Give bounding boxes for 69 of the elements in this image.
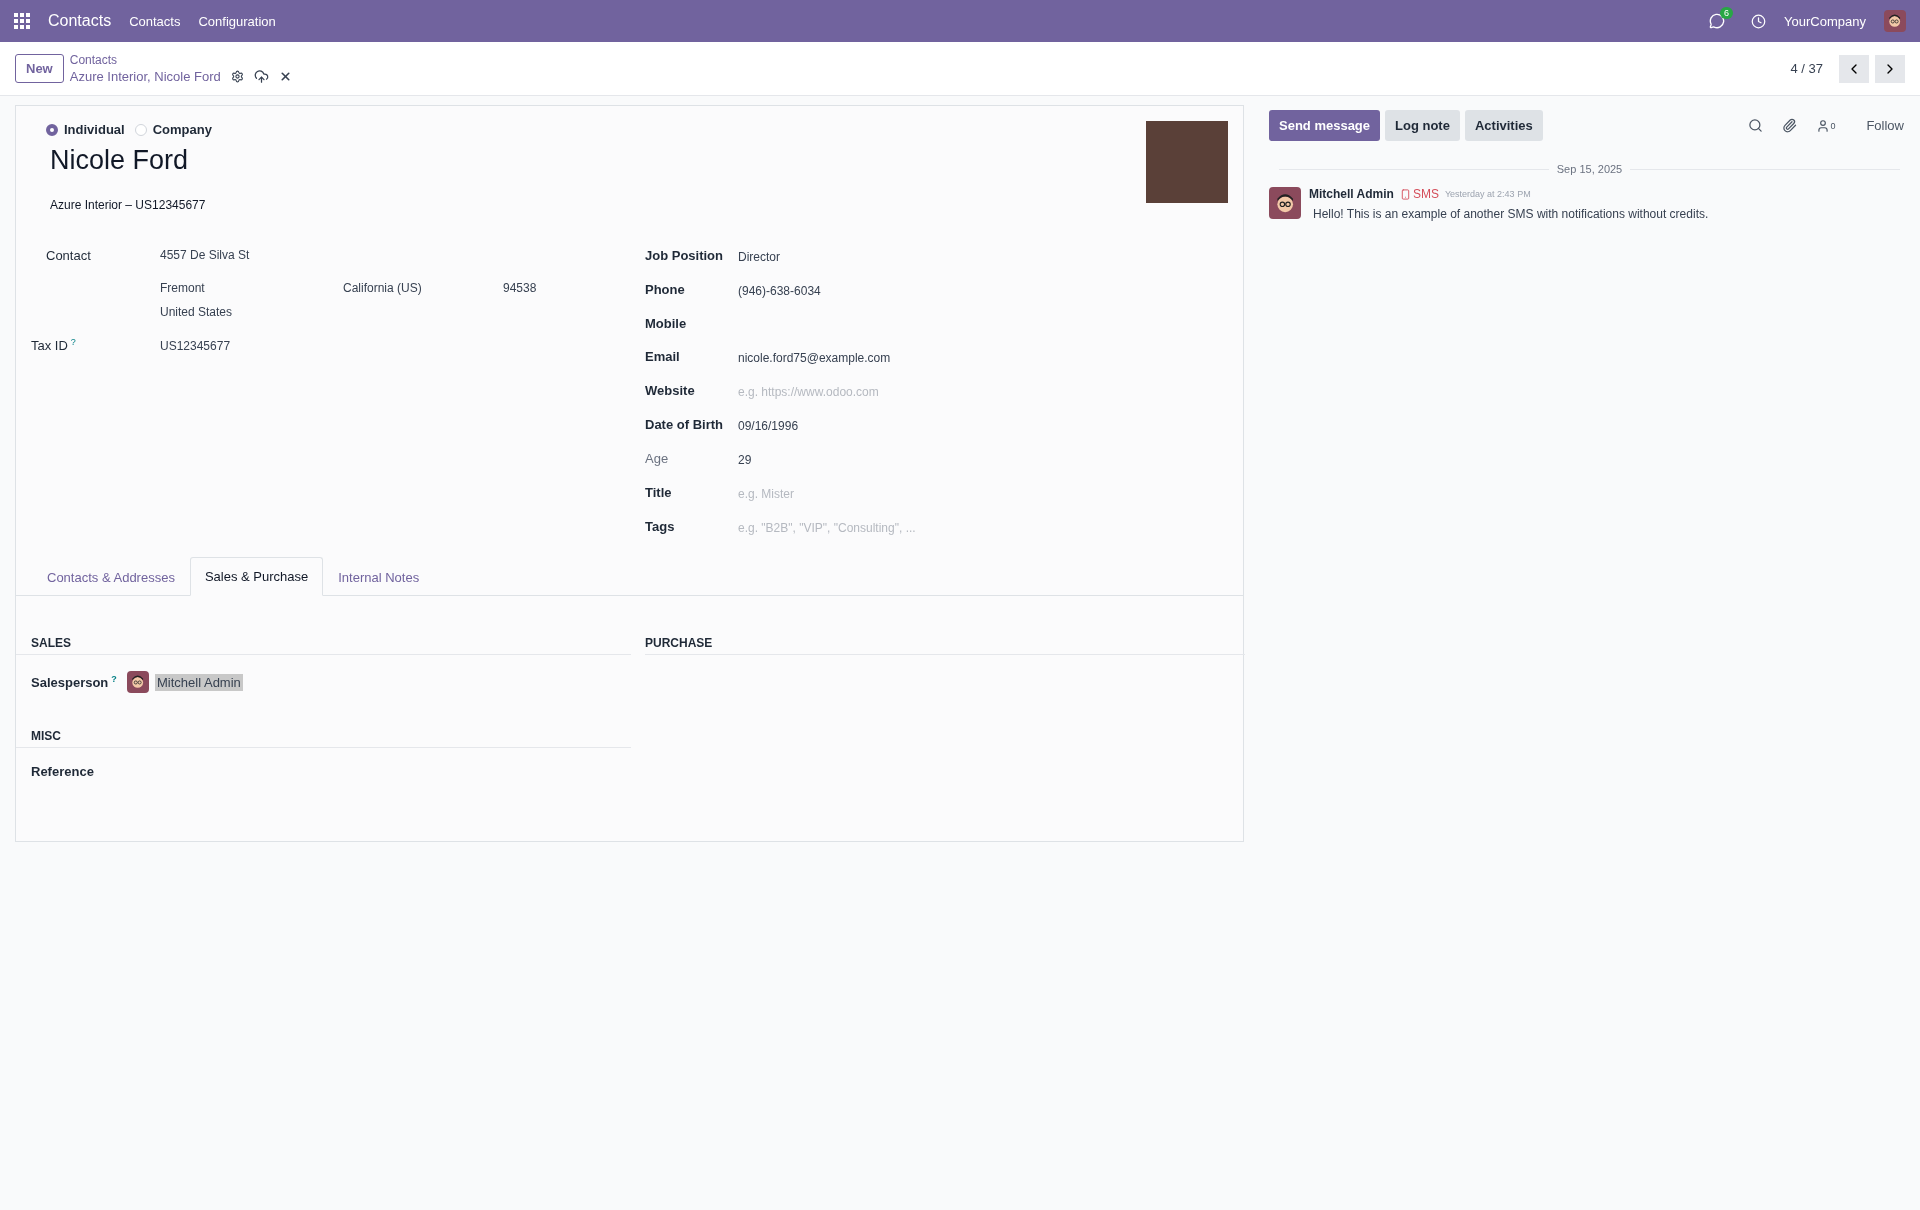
tax-id-value[interactable]: US12345677 (160, 329, 645, 354)
form-tab[interactable]: Sales & Purchase (189, 557, 324, 596)
form-tab[interactable]: Internal Notes (323, 557, 435, 596)
city-value[interactable]: Fremont (160, 273, 343, 295)
contact-name[interactable]: Nicole Ford (50, 145, 1229, 176)
message-time: Yesterday at 2:43 PM (1444, 189, 1531, 199)
country-value[interactable]: United States (160, 305, 645, 319)
apps-menu-icon[interactable] (14, 13, 30, 29)
menu-item[interactable]: Configuration (198, 13, 276, 29)
field-label: Job Position (645, 248, 724, 264)
field-label: Title (645, 485, 673, 501)
user-avatar (1269, 187, 1301, 219)
field-value[interactable]: Director (738, 248, 1229, 264)
field-label: Phone (645, 282, 686, 298)
zip-value[interactable]: 94538 (503, 273, 645, 295)
salesperson-value[interactable]: Mitchell Admin (155, 673, 243, 691)
message-type: SMS (1412, 187, 1439, 201)
clock-icon[interactable] (1751, 13, 1767, 29)
field-value: 29 (738, 452, 753, 467)
form-tab[interactable]: Contacts & Addresses (32, 557, 190, 596)
message-count-badge: 6 (1720, 7, 1734, 19)
company-name[interactable]: YourCompany (1784, 13, 1866, 29)
field-label: Website (645, 383, 696, 399)
field-value[interactable]: nicole.ford75@example.com (738, 349, 1229, 365)
field-label: Tax ID $^{?}$ (31, 336, 77, 354)
date-separator: Sep 15, 2025 (1556, 163, 1623, 175)
previous-button[interactable] (1839, 54, 1869, 83)
followers-icon[interactable] (1816, 118, 1831, 133)
chatter-button[interactable]: Log note (1385, 110, 1460, 141)
user-avatar (1884, 10, 1906, 32)
breadcrumb-link[interactable]: Contacts (69, 53, 292, 67)
chatter-button[interactable]: Send message (1269, 110, 1381, 141)
field-label: Mobile (645, 316, 688, 331)
message-body: Hello! This is an example of another SMS with notifications without credits. (1312, 207, 1709, 221)
radio-option[interactable]: Individual (46, 122, 125, 137)
field-label: Contact (45, 248, 92, 263)
new-button[interactable]: New (15, 54, 64, 83)
field-label: Salesperson $^{?}$ (31, 673, 118, 691)
close-icon[interactable] (278, 70, 292, 83)
section-heading: PURCHASE (645, 636, 1245, 655)
settings-icon[interactable] (230, 70, 244, 83)
radio-option[interactable]: Company (134, 122, 212, 137)
message-author[interactable]: Mitchell Admin (1309, 187, 1394, 201)
chatter-button[interactable]: Activities (1464, 110, 1543, 141)
follow-button[interactable]: Follow (1860, 117, 1910, 134)
record-name: Azure Interior, Nicole Ford (69, 69, 221, 84)
user-avatar (127, 671, 149, 693)
field-label: Date of Birth (645, 417, 724, 433)
chat-icon[interactable] (1709, 13, 1726, 29)
paperclip-icon[interactable] (1782, 118, 1798, 133)
section-heading: SALES (16, 636, 631, 655)
company-line: Azure Interior – US12345677 (50, 198, 207, 212)
field-value[interactable]: 09/16/1996 (738, 417, 1229, 433)
field-value[interactable]: (946)-638-6034 (738, 282, 1229, 298)
phone-icon (1399, 188, 1411, 200)
search-icon[interactable] (1748, 118, 1764, 133)
street-value[interactable]: 4557 De Silva St (160, 248, 645, 263)
state-value[interactable]: California (US) (343, 273, 503, 295)
cloud-upload-icon[interactable] (253, 69, 269, 84)
section-heading: MISC (16, 729, 631, 748)
field-label: Email (645, 349, 681, 365)
field-label: Reference (31, 764, 94, 779)
next-button[interactable] (1875, 54, 1905, 83)
app-name[interactable]: Contacts (48, 12, 112, 30)
field-label: Tags (645, 519, 676, 535)
field-label: Age (645, 451, 670, 467)
pager[interactable]: 4 / 37 (1790, 61, 1823, 76)
followers-count: 0 (1830, 120, 1836, 131)
menu-item[interactable]: Contacts (129, 13, 181, 29)
